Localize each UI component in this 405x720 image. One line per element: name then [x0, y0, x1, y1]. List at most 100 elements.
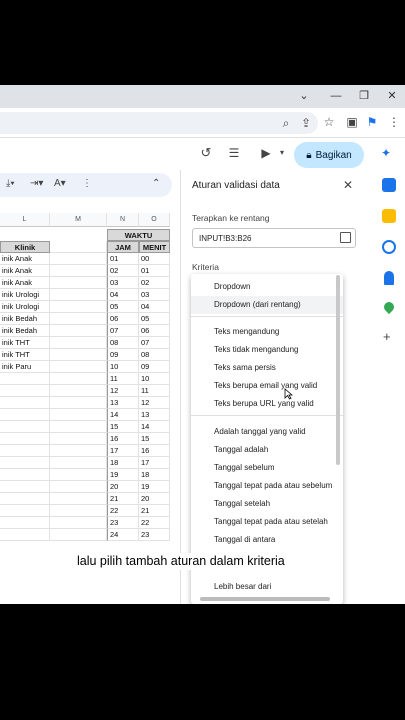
grid-cell[interactable]	[50, 385, 107, 397]
jam-cell[interactable]: 09	[107, 349, 139, 361]
klinik-cell[interactable]: inik Anak	[0, 277, 50, 289]
klinik-cell[interactable]: inik Paru	[0, 361, 50, 373]
extension-icon[interactable]: ⚑	[364, 114, 380, 130]
jam-header-cell[interactable]: JAM	[107, 241, 139, 253]
wrap-text-icon[interactable]: ⇥▾	[30, 178, 43, 189]
jam-cell[interactable]: 24	[107, 529, 139, 541]
text-rotate-icon[interactable]: A▾	[54, 178, 66, 189]
tasks-icon[interactable]	[382, 240, 396, 254]
menit-cell[interactable]: 14	[139, 421, 170, 433]
jam-cell[interactable]: 01	[107, 253, 139, 265]
menit-cell[interactable]: 13	[139, 409, 170, 421]
menit-cell[interactable]: 07	[139, 337, 170, 349]
more-vert-icon[interactable]: ⋮	[82, 178, 92, 189]
menu-item-date-before[interactable]: Tanggal sebelum	[191, 459, 343, 477]
calendar-icon[interactable]	[382, 178, 396, 192]
jam-cell[interactable]: 16	[107, 433, 139, 445]
grid-cell[interactable]	[0, 457, 50, 469]
menu-item-date-is[interactable]: Tanggal adalah	[191, 441, 343, 459]
grid-cell[interactable]	[50, 337, 107, 349]
grid-cell[interactable]	[50, 445, 107, 457]
meet-icon[interactable]: ▶	[258, 145, 274, 161]
jam-cell[interactable]: 04	[107, 289, 139, 301]
chevron-down-icon[interactable]: ▾	[274, 145, 290, 161]
grid-cell[interactable]	[0, 397, 50, 409]
grid-cell[interactable]	[50, 313, 107, 325]
grid-cell[interactable]	[50, 253, 107, 265]
grid-cell[interactable]	[50, 433, 107, 445]
grid-cell[interactable]	[50, 373, 107, 385]
column-header-n[interactable]: N	[107, 213, 139, 227]
jam-cell[interactable]: 06	[107, 313, 139, 325]
klinik-cell[interactable]: inik THT	[0, 337, 50, 349]
menit-cell[interactable]: 00	[139, 253, 170, 265]
jam-cell[interactable]: 22	[107, 505, 139, 517]
menit-cell[interactable]: 08	[139, 349, 170, 361]
menu-item-text-email[interactable]: Teks berupa email yang valid	[191, 377, 343, 395]
menu-item-text-exact[interactable]: Teks sama persis	[191, 359, 343, 377]
horizontal-scrollbar[interactable]	[200, 597, 330, 601]
comment-icon[interactable]: ☰	[226, 145, 242, 161]
share-page-icon[interactable]: ⇪	[298, 115, 314, 131]
grid-cell[interactable]	[0, 373, 50, 385]
menu-item-date-between[interactable]: Tanggal di antara	[191, 531, 343, 549]
jam-cell[interactable]: 05	[107, 301, 139, 313]
grid-cell[interactable]	[50, 505, 107, 517]
grid-cell[interactable]	[0, 469, 50, 481]
grid-cell[interactable]	[50, 397, 107, 409]
jam-cell[interactable]: 12	[107, 385, 139, 397]
close-icon[interactable]: ✕	[343, 178, 353, 192]
grid-cell[interactable]	[50, 361, 107, 373]
menit-cell[interactable]: 09	[139, 361, 170, 373]
maps-icon[interactable]	[381, 299, 397, 315]
menit-cell[interactable]: 05	[139, 313, 170, 325]
menit-cell[interactable]: 20	[139, 493, 170, 505]
grid-cell[interactable]	[50, 349, 107, 361]
grid-cell[interactable]	[0, 493, 50, 505]
range-input[interactable]: INPUT!B3:B26	[192, 228, 356, 248]
menit-cell[interactable]: 16	[139, 445, 170, 457]
grid-cell[interactable]	[0, 421, 50, 433]
grid-cell[interactable]	[0, 445, 50, 457]
zoom-icon[interactable]: ⌕	[278, 115, 294, 131]
jam-cell[interactable]: 10	[107, 361, 139, 373]
grid-cell[interactable]	[50, 457, 107, 469]
jam-cell[interactable]: 17	[107, 445, 139, 457]
contacts-icon[interactable]	[384, 271, 394, 285]
close-window-icon[interactable]: ✕	[384, 89, 400, 103]
menit-header-cell[interactable]: MENIT	[139, 241, 170, 253]
add-icon[interactable]: +	[383, 329, 397, 344]
klinik-cell[interactable]: inik Anak	[0, 265, 50, 277]
menit-cell[interactable]: 03	[139, 289, 170, 301]
share-button[interactable]: 🔒︎ Bagikan	[294, 142, 364, 168]
grid-cell[interactable]	[50, 421, 107, 433]
minimize-icon[interactable]: —	[328, 89, 344, 103]
grid-cell[interactable]	[50, 301, 107, 313]
jam-cell[interactable]: 13	[107, 397, 139, 409]
jam-cell[interactable]: 07	[107, 325, 139, 337]
menit-cell[interactable]: 11	[139, 385, 170, 397]
grid-cell[interactable]	[50, 529, 107, 541]
menit-cell[interactable]: 21	[139, 505, 170, 517]
select-range-icon[interactable]	[340, 232, 351, 243]
menu-item-greater-than[interactable]: Lebih besar dari	[191, 578, 343, 596]
jam-cell[interactable]: 15	[107, 421, 139, 433]
menu-item-text-not-contains[interactable]: Teks tidak mengandung	[191, 341, 343, 359]
grid-cell[interactable]	[50, 409, 107, 421]
jam-cell[interactable]: 11	[107, 373, 139, 385]
menu-dots-icon[interactable]: ⋮	[386, 114, 402, 130]
klinik-cell[interactable]: inik THT	[0, 349, 50, 361]
grid-cell[interactable]	[50, 481, 107, 493]
menit-cell[interactable]: 15	[139, 433, 170, 445]
grid-cell[interactable]	[50, 517, 107, 529]
align-bottom-icon[interactable]: ⤓▾	[6, 178, 15, 189]
menu-scrollbar[interactable]	[336, 275, 340, 465]
grid-cell[interactable]	[50, 325, 107, 337]
menit-cell[interactable]: 01	[139, 265, 170, 277]
menu-item-date-after[interactable]: Tanggal setelah	[191, 495, 343, 513]
menit-cell[interactable]: 17	[139, 457, 170, 469]
grid-cell[interactable]	[0, 385, 50, 397]
keep-icon[interactable]	[382, 209, 396, 223]
menit-cell[interactable]: 04	[139, 301, 170, 313]
klinik-cell[interactable]: inik Urologi	[0, 301, 50, 313]
